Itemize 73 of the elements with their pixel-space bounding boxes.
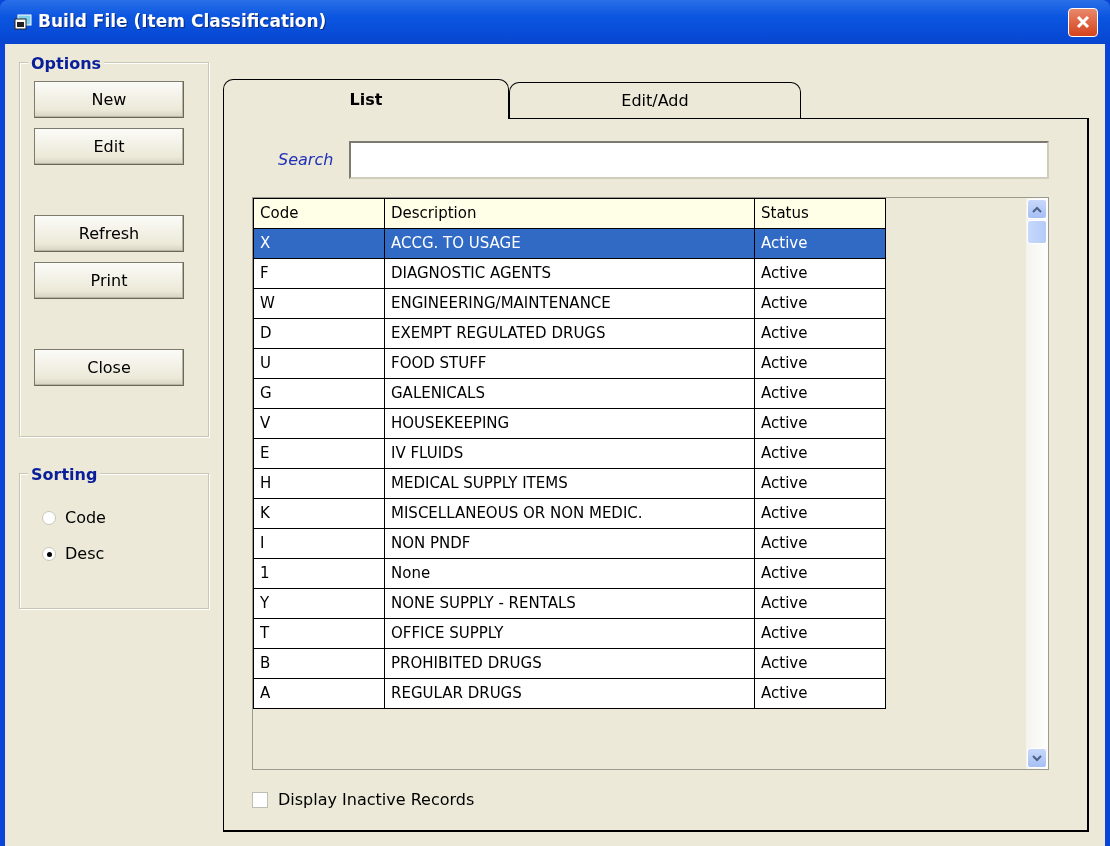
table-cell: Active: [754, 408, 886, 439]
table-cell: NON PNDF: [384, 528, 755, 559]
table-cell: EXEMPT REGULATED DRUGS: [384, 318, 755, 349]
table-cell: Active: [754, 318, 886, 349]
table-cell: Active: [754, 378, 886, 409]
column-header[interactable]: Description: [384, 198, 755, 229]
search-field[interactable]: [349, 141, 1049, 179]
table-cell: Active: [754, 348, 886, 379]
table-cell: GALENICALS: [384, 378, 755, 409]
table-cell: MISCELLANEOUS OR NON MEDIC.: [384, 498, 755, 529]
checkbox-label: Display Inactive Records: [278, 789, 475, 811]
table-cell: MEDICAL SUPPLY ITEMS: [384, 468, 755, 499]
table-cell: Active: [754, 678, 886, 709]
table-cell: HOUSEKEEPING: [384, 408, 755, 439]
tab[interactable]: List: [223, 79, 509, 119]
table-cell: DIAGNOSTIC AGENTS: [384, 258, 755, 289]
table-cell: X: [253, 228, 385, 259]
app-icon: [14, 14, 32, 30]
table-cell: G: [253, 378, 385, 409]
scroll-down-icon[interactable]: [1027, 748, 1047, 768]
window-title: Build File (Item Classification): [38, 10, 327, 34]
table-cell: 1: [253, 558, 385, 589]
table-cell: ACCG. TO USAGE: [384, 228, 755, 259]
table-cell: Active: [754, 528, 886, 559]
option-button[interactable]: New: [34, 81, 184, 118]
checkbox[interactable]: [252, 792, 268, 808]
table-cell: Active: [754, 288, 886, 319]
option-button[interactable]: Refresh: [34, 215, 184, 252]
table-cell: Active: [754, 648, 886, 679]
table-cell: Active: [754, 228, 886, 259]
table-cell: I: [253, 528, 385, 559]
search-label: Search: [278, 149, 334, 171]
table-cell: Y: [253, 588, 385, 619]
table-cell: B: [253, 648, 385, 679]
table-cell: V: [253, 408, 385, 439]
radio-label: Code: [65, 507, 106, 529]
table-cell: Active: [754, 618, 886, 649]
table-cell: OFFICE SUPPLY: [384, 618, 755, 649]
table-cell: REGULAR DRUGS: [384, 678, 755, 709]
table-cell: Active: [754, 258, 886, 289]
table-cell: Active: [754, 558, 886, 589]
option-button[interactable]: Print: [34, 262, 184, 299]
table-cell: D: [253, 318, 385, 349]
option-button[interactable]: Close: [34, 349, 184, 386]
option-button[interactable]: Edit: [34, 128, 184, 165]
table-cell: H: [253, 468, 385, 499]
scrollbar[interactable]: [1026, 198, 1048, 769]
table-cell: K: [253, 498, 385, 529]
table-cell: Active: [754, 498, 886, 529]
table-cell: IV FLUIDS: [384, 438, 755, 469]
tab[interactable]: Edit/Add: [509, 82, 801, 118]
column-header[interactable]: Code: [253, 198, 385, 229]
table-cell: PROHIBITED DRUGS: [384, 648, 755, 679]
table-cell: U: [253, 348, 385, 379]
radio-button[interactable]: [42, 547, 56, 561]
radio-label: Desc: [65, 543, 105, 565]
radio-button[interactable]: [42, 511, 56, 525]
table-cell: Active: [754, 438, 886, 469]
scroll-up-icon[interactable]: [1027, 199, 1047, 219]
close-icon[interactable]: [1068, 7, 1098, 37]
table-cell: None: [384, 558, 755, 589]
table-cell: E: [253, 438, 385, 469]
table-cell: F: [253, 258, 385, 289]
table-cell: FOOD STUFF: [384, 348, 755, 379]
table-cell: W: [253, 288, 385, 319]
table-cell: T: [253, 618, 385, 649]
table-cell: NONE SUPPLY - RENTALS: [384, 588, 755, 619]
table-cell: Active: [754, 588, 886, 619]
table-cell: ENGINEERING/MAINTENANCE: [384, 288, 755, 319]
table-cell: A: [253, 678, 385, 709]
scroll-thumb[interactable]: [1027, 220, 1047, 244]
table-cell: Active: [754, 468, 886, 499]
column-header[interactable]: Status: [754, 198, 886, 229]
